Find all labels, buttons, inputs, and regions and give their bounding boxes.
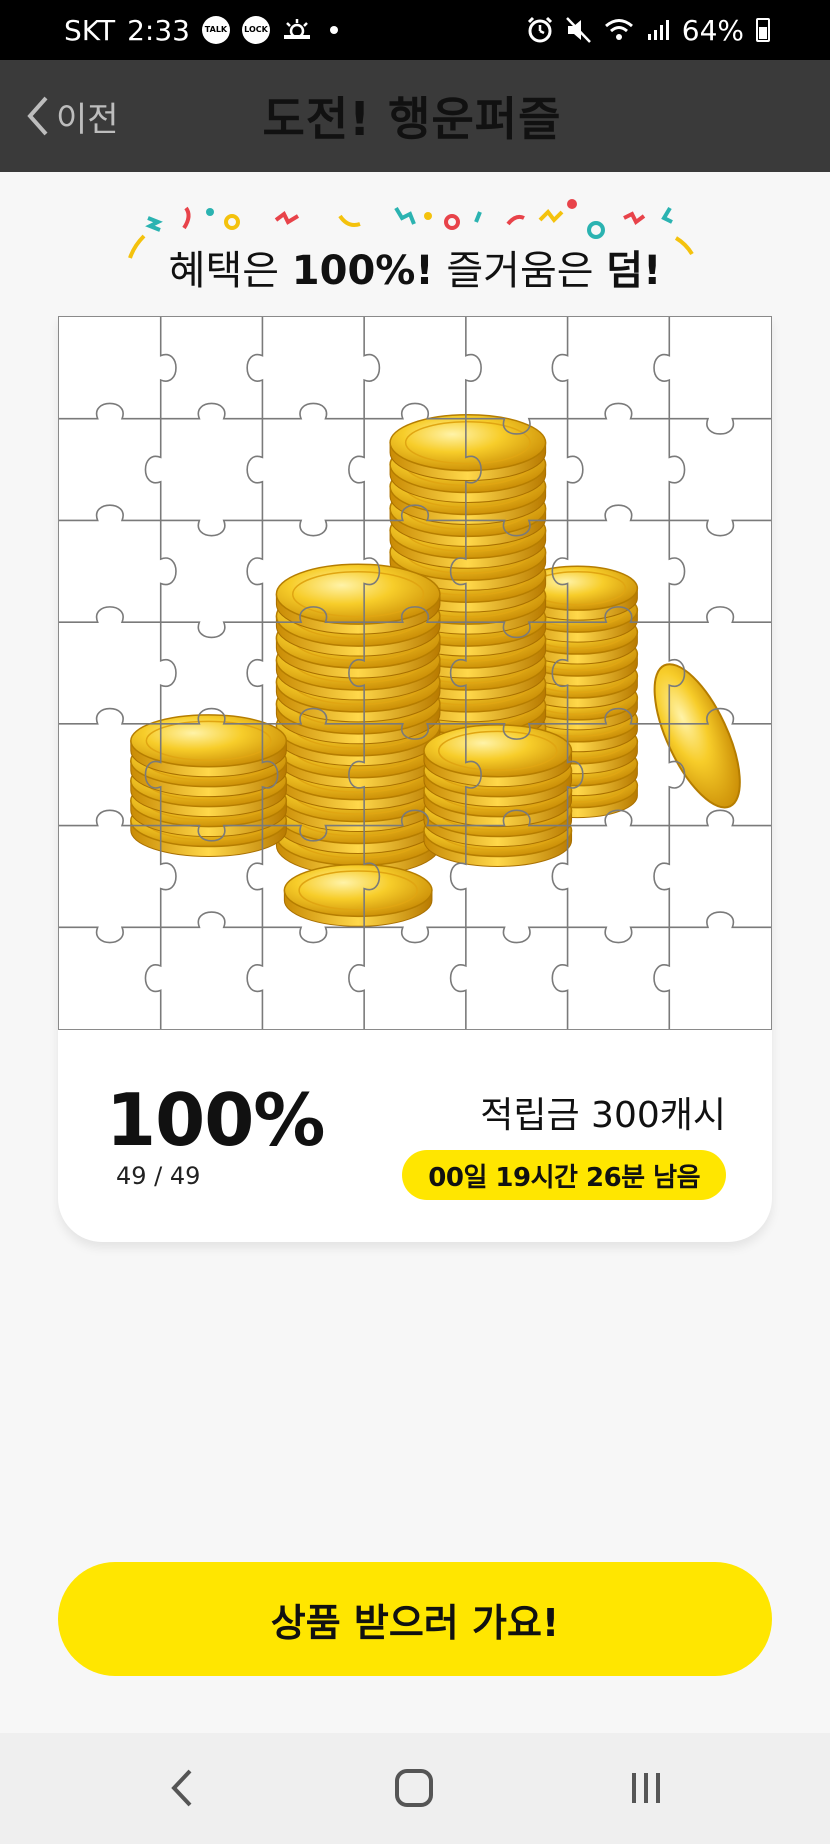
banner-headline: 혜택은 100%! 즐거움은 덤! [0, 238, 830, 296]
leaning-coin [653, 663, 741, 809]
lock-app-icon: LOCK [241, 16, 270, 44]
puzzle-edge [567, 402, 670, 420]
puzzle-card: 100% 49 / 49 적립금 300캐시 00일 19시간 26분 남음 [58, 316, 772, 1242]
nav-recents-icon[interactable] [616, 1763, 676, 1813]
page-title: 도전! 행운퍼즐 [262, 92, 562, 146]
puzzle-edge [262, 519, 365, 537]
coin-face [389, 413, 547, 472]
battery-icon [756, 18, 770, 42]
puzzle-edge [160, 621, 263, 639]
puzzle-edge [669, 606, 771, 623]
back-label: 이전 [56, 99, 119, 140]
puzzle-edge [160, 519, 263, 537]
puzzle-edge [567, 504, 670, 522]
notification-dot-icon [329, 26, 338, 34]
status-left: SKT 2:33 TALK LOCK [64, 14, 338, 47]
status-bar: SKT 2:33 TALK LOCK 64% [0, 0, 830, 60]
promo-banner: 혜택은 100%! 즐거움은 덤! [0, 190, 830, 300]
puzzle-edge [669, 519, 771, 537]
puzzle-edge [348, 927, 365, 1029]
puzzle-edge [348, 418, 365, 521]
puzzle-edge [669, 809, 771, 827]
puzzle-edge [144, 927, 162, 1029]
banner-text-2: 100%! [291, 248, 434, 294]
puzzle-edge [246, 317, 264, 419]
puzzle-edge [551, 927, 569, 1029]
puzzle-edge [160, 911, 263, 929]
banner-text-4: 덤! [606, 248, 662, 294]
piece-count: 49 / 49 [116, 1162, 201, 1190]
puzzle-edge [59, 606, 161, 623]
signal-icon [647, 20, 669, 40]
puzzle-edge [566, 418, 584, 521]
carrier: SKT [64, 13, 116, 47]
clock: 2:33 [127, 13, 190, 47]
puzzle-edge [669, 911, 771, 929]
alarm-icon [527, 16, 552, 43]
wifi-icon [604, 19, 633, 40]
puzzle-edge [653, 317, 671, 419]
puzzle-edge [144, 418, 162, 521]
puzzle-edge [262, 402, 365, 420]
puzzle-edge [246, 520, 264, 623]
reward-amount: 적립금 300캐시 [480, 1095, 726, 1136]
app-header: 도전! 행운퍼즐 이전 [0, 60, 830, 172]
puzzle-edge [668, 520, 686, 623]
puzzle-edge [59, 402, 161, 420]
puzzle-edge [59, 707, 161, 725]
puzzle-edge [465, 926, 568, 944]
kakaotalk-icon: TALK [201, 16, 230, 44]
battery-percent: 64% [681, 13, 744, 47]
weather-icon [283, 19, 310, 39]
puzzle-edge [364, 926, 466, 944]
puzzle-edge [551, 317, 569, 419]
coin-face [283, 863, 433, 918]
puzzle-edge [567, 926, 670, 944]
claim-prize-button[interactable]: 상품 받으러 가요! [58, 1562, 772, 1676]
puzzle-edge [653, 825, 671, 928]
puzzle-edge [246, 418, 264, 521]
time-remaining-badge: 00일 19시간 26분 남음 [402, 1150, 726, 1200]
puzzle-edge [159, 622, 177, 724]
puzzle-edge [449, 927, 467, 1029]
puzzle-edge [668, 418, 686, 521]
puzzle-edge [246, 622, 264, 724]
puzzle-edge [262, 926, 365, 944]
back-button[interactable]: 이전 [24, 60, 119, 172]
banner-text-3: 즐거움은 [433, 248, 607, 294]
nav-home-icon[interactable] [384, 1763, 444, 1813]
puzzle-edge [246, 927, 264, 1029]
puzzle-edge [653, 927, 671, 1029]
puzzle-board[interactable] [58, 316, 772, 1030]
puzzle-edge [59, 504, 161, 522]
mute-icon [565, 17, 591, 43]
puzzle-edge [160, 402, 263, 420]
status-right: 64% [526, 14, 770, 47]
system-nav-bar [0, 1733, 830, 1844]
progress-percent: 100% [106, 1078, 325, 1162]
puzzle-edge [363, 317, 381, 419]
puzzle-edge [59, 926, 161, 944]
coin-face [423, 724, 573, 778]
coin-stack-image [130, 413, 741, 927]
puzzle-edge [465, 317, 482, 419]
banner-text-1: 혜택은 [168, 248, 292, 294]
puzzle-edge [669, 417, 771, 435]
puzzle-edge [159, 317, 177, 419]
back-chevron-icon [27, 96, 48, 136]
puzzle-edge [159, 520, 177, 623]
nav-back-icon[interactable] [152, 1763, 212, 1813]
